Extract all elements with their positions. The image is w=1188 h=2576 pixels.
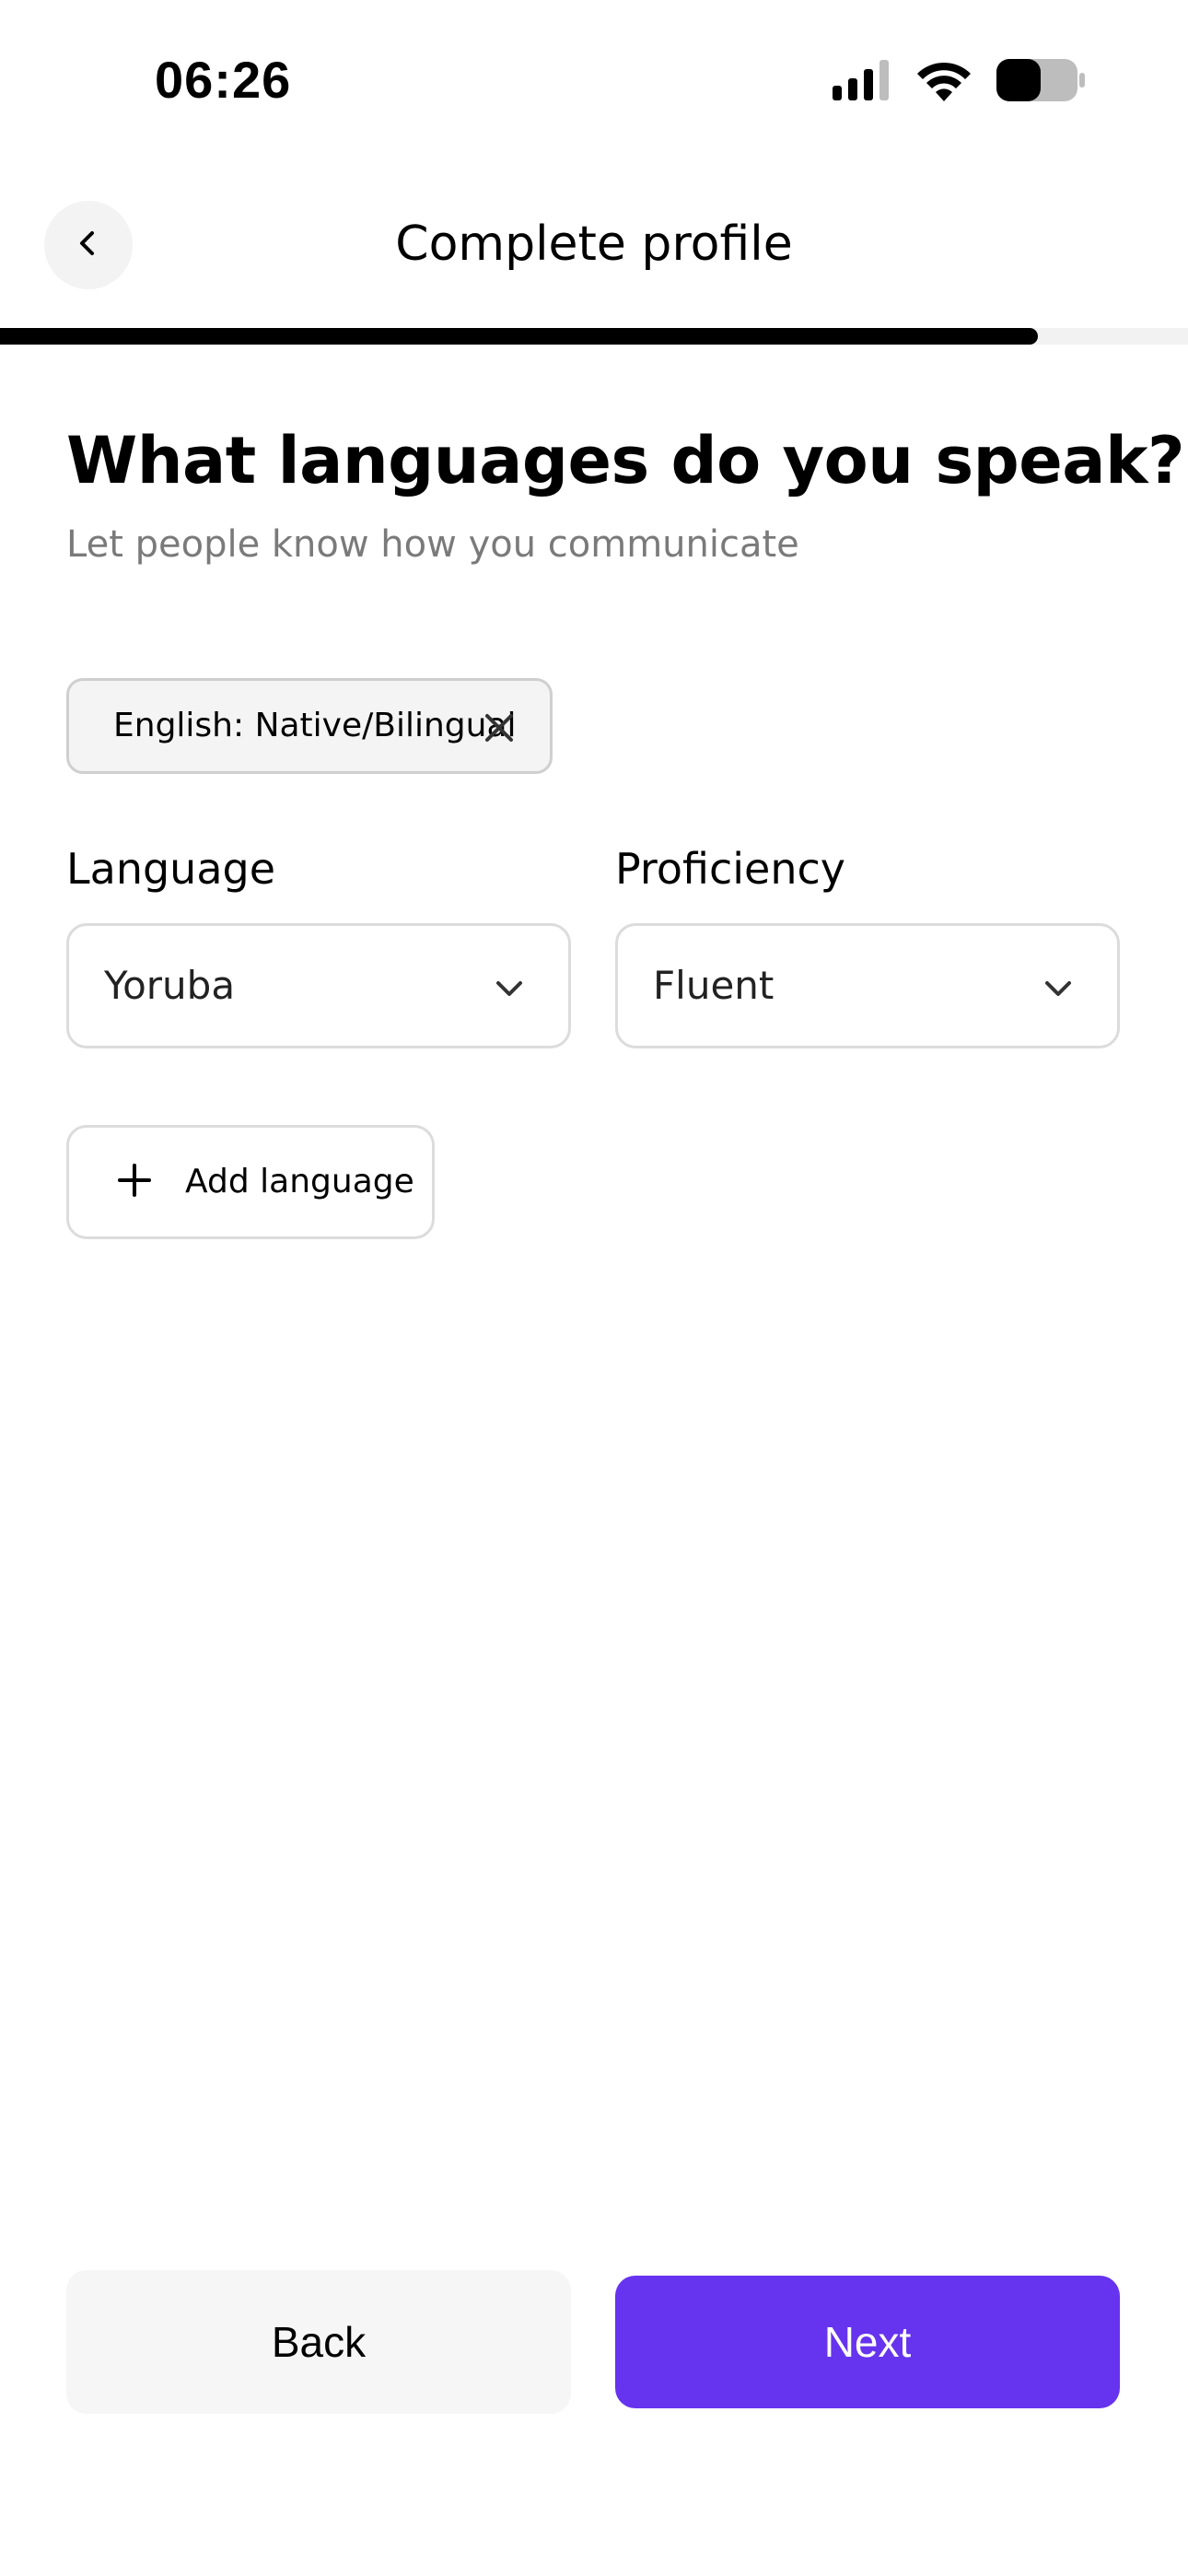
next-button[interactable]: Next xyxy=(615,2276,1120,2408)
status-time: 06:26 xyxy=(155,51,292,109)
question-heading: What languages do you speak? xyxy=(66,423,1185,498)
add-language-button[interactable]: Add language xyxy=(66,1125,435,1239)
add-language-label: Add language xyxy=(185,1163,414,1200)
question-subtitle: Let people know how you communicate xyxy=(66,523,799,566)
next-button-label: Next xyxy=(823,2318,912,2366)
chevron-down-icon xyxy=(493,972,526,1005)
progress-bar xyxy=(0,328,1188,345)
chip-label: English: Native/Bilingual xyxy=(113,707,517,744)
proficiency-label: Proficiency xyxy=(615,844,845,894)
battery-icon xyxy=(996,59,1085,101)
page-title: Complete profile xyxy=(395,217,793,272)
status-icons xyxy=(833,57,1085,103)
language-select[interactable]: Yoruba xyxy=(66,923,571,1048)
proficiency-select-value: Fluent xyxy=(653,963,775,1008)
language-label: Language xyxy=(66,844,276,894)
cellular-signal-icon xyxy=(833,60,891,100)
selected-language-chip: English: Native/Bilingual xyxy=(66,678,553,774)
progress-fill xyxy=(0,328,1039,345)
language-select-value: Yoruba xyxy=(104,963,236,1008)
plus-icon xyxy=(117,1163,152,1201)
close-icon[interactable] xyxy=(480,708,518,747)
back-button[interactable]: Back xyxy=(66,2270,571,2414)
wifi-icon xyxy=(915,59,973,101)
proficiency-select[interactable]: Fluent xyxy=(615,923,1120,1048)
back-button-label: Back xyxy=(271,2318,367,2366)
chevron-down-icon xyxy=(1042,972,1075,1005)
